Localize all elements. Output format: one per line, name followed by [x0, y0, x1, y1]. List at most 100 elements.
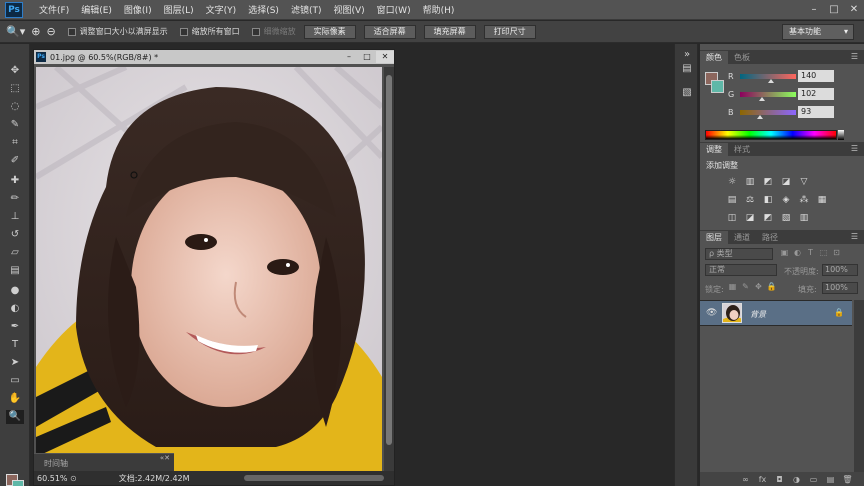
- panel-menu-icon[interactable]: ☰: [851, 232, 858, 241]
- channel-mixer-icon[interactable]: ⁂: [796, 194, 812, 206]
- tab-color[interactable]: 颜色: [700, 51, 728, 64]
- resize-windows-checkbox[interactable]: 调整窗口大小以满屏显示: [67, 26, 168, 37]
- history-panel-icon[interactable]: ▤: [680, 62, 694, 76]
- menu-image[interactable]: 图像(I): [118, 3, 158, 16]
- color-spectrum[interactable]: [705, 130, 837, 140]
- doc-minimize-button[interactable]: –: [340, 51, 358, 63]
- layer-style-icon[interactable]: fx: [754, 475, 771, 484]
- tab-swatches[interactable]: 色板: [728, 51, 756, 64]
- tab-channels[interactable]: 通道: [728, 231, 756, 244]
- slider-red[interactable]: R 140: [728, 70, 862, 84]
- background-color-swatch[interactable]: [12, 480, 24, 486]
- color-balance-icon[interactable]: ⚖: [742, 194, 758, 206]
- zoom-tool-icon[interactable]: 🔍▾: [6, 25, 25, 38]
- filter-adjustment-icon[interactable]: ◐: [791, 248, 804, 257]
- timeline-close-icon[interactable]: «✕: [160, 454, 170, 462]
- quick-select-tool-icon[interactable]: ✎: [6, 118, 24, 132]
- photo-filter-icon[interactable]: ◈: [778, 194, 794, 206]
- gradient-map-icon[interactable]: ▧: [778, 212, 794, 224]
- blend-mode-select[interactable]: 正常: [705, 264, 777, 276]
- image-canvas[interactable]: [36, 67, 382, 471]
- opacity-input[interactable]: 100%: [822, 264, 858, 276]
- menu-filter[interactable]: 滤镜(T): [285, 3, 328, 16]
- zoom-all-windows-checkbox[interactable]: 缩放所有窗口: [179, 26, 240, 37]
- new-group-icon[interactable]: ▭: [805, 475, 822, 484]
- dodge-tool-icon[interactable]: ◐: [6, 302, 24, 316]
- menu-window[interactable]: 窗口(W): [371, 3, 417, 16]
- collapse-arrows-icon[interactable]: »: [680, 48, 694, 62]
- layer-name[interactable]: 背景: [750, 309, 766, 320]
- blur-tool-icon[interactable]: ●: [6, 284, 24, 298]
- brightness-contrast-icon[interactable]: ☼: [724, 176, 740, 188]
- brush-tool-icon[interactable]: ✏: [6, 192, 24, 206]
- curves-icon[interactable]: ◩: [760, 176, 776, 188]
- workspace-select[interactable]: 基本功能: [782, 24, 854, 40]
- menu-select[interactable]: 选择(S): [242, 3, 285, 16]
- visibility-eye-icon[interactable]: 👁: [706, 308, 717, 318]
- lock-transparency-icon[interactable]: ▦: [726, 282, 739, 291]
- vertical-scrollbar[interactable]: [384, 67, 394, 471]
- fill-screen-button[interactable]: 填充屏幕: [423, 24, 476, 39]
- path-select-tool-icon[interactable]: ➤: [6, 356, 24, 370]
- maximize-button[interactable]: □: [824, 4, 844, 15]
- panel-menu-icon[interactable]: ☰: [851, 144, 858, 153]
- checkbox-box[interactable]: [67, 27, 76, 36]
- add-mask-icon[interactable]: ◘: [771, 475, 788, 484]
- status-options-icon[interactable]: ⊙: [70, 474, 77, 483]
- new-adjustment-layer-icon[interactable]: ◑: [788, 475, 805, 484]
- tab-adjustments[interactable]: 调整: [700, 143, 728, 156]
- timeline-panel[interactable]: 时间轴 «✕: [34, 453, 174, 471]
- vertical-scroll-thumb[interactable]: [386, 75, 392, 445]
- marquee-tool-icon[interactable]: ⬚: [6, 82, 24, 96]
- eraser-tool-icon[interactable]: ▱: [6, 246, 24, 260]
- layer-filter-select[interactable]: ρ 类型: [705, 248, 773, 260]
- doc-close-button[interactable]: ✕: [376, 51, 394, 63]
- hue-saturation-icon[interactable]: ▤: [724, 194, 740, 206]
- tab-layers[interactable]: 图层: [700, 231, 728, 244]
- slider-red-value[interactable]: 140: [798, 70, 834, 82]
- slider-blue-knob[interactable]: [757, 115, 764, 119]
- crop-tool-icon[interactable]: ⌗: [6, 136, 24, 150]
- eyedropper-tool-icon[interactable]: ✐: [6, 154, 24, 168]
- close-button[interactable]: ✕: [844, 4, 864, 15]
- gradient-tool-icon[interactable]: ▤: [6, 264, 24, 278]
- tab-paths[interactable]: 路径: [756, 231, 784, 244]
- slider-green-track[interactable]: [740, 92, 796, 97]
- filter-type-icon[interactable]: T: [804, 248, 817, 257]
- slider-blue-track[interactable]: [740, 110, 796, 115]
- exposure-icon[interactable]: ◪: [778, 176, 794, 188]
- panel-menu-icon[interactable]: ☰: [851, 52, 858, 61]
- black-white-icon[interactable]: ◧: [760, 194, 776, 206]
- slider-green[interactable]: G 102: [728, 88, 862, 102]
- color-panel-background-swatch[interactable]: [711, 80, 724, 93]
- history-brush-tool-icon[interactable]: ↺: [6, 228, 24, 242]
- selective-color-icon[interactable]: ▥: [796, 212, 812, 224]
- healing-brush-tool-icon[interactable]: ✚: [6, 174, 24, 188]
- lasso-tool-icon[interactable]: ◌: [6, 100, 24, 114]
- menu-help[interactable]: 帮助(H): [417, 3, 461, 16]
- doc-maximize-button[interactable]: □: [358, 51, 376, 63]
- zoom-in-icon[interactable]: ⊕: [31, 25, 40, 38]
- document-tab[interactable]: Ps 01.jpg @ 60.5%(RGB/8#) * – □ ✕: [34, 50, 394, 64]
- lock-all-icon[interactable]: 🔒: [765, 282, 778, 291]
- fit-screen-button[interactable]: 适合屏幕: [363, 24, 416, 39]
- checkbox-box[interactable]: [179, 27, 188, 36]
- zoom-tool-icon[interactable]: 🔍: [6, 410, 24, 424]
- color-lookup-icon[interactable]: ▦: [814, 194, 830, 206]
- rectangle-tool-icon[interactable]: ▭: [6, 374, 24, 388]
- levels-icon[interactable]: ▥: [742, 176, 758, 188]
- horizontal-scrollbar[interactable]: [244, 475, 384, 481]
- slider-blue[interactable]: B 93: [728, 106, 862, 120]
- slider-green-value[interactable]: 102: [798, 88, 834, 100]
- layers-scrollbar[interactable]: [854, 300, 864, 472]
- lock-image-icon[interactable]: ✎: [739, 282, 752, 291]
- posterize-icon[interactable]: ◪: [742, 212, 758, 224]
- zoom-out-icon[interactable]: ⊖: [46, 25, 55, 38]
- delete-layer-icon[interactable]: 🗑: [839, 475, 856, 484]
- lock-position-icon[interactable]: ✥: [752, 282, 765, 291]
- menu-edit[interactable]: 编辑(E): [75, 3, 118, 16]
- link-layers-icon[interactable]: ∞: [737, 475, 754, 484]
- properties-panel-icon[interactable]: ▧: [680, 86, 694, 100]
- print-size-button[interactable]: 打印尺寸: [483, 24, 536, 39]
- type-tool-icon[interactable]: T: [6, 338, 24, 352]
